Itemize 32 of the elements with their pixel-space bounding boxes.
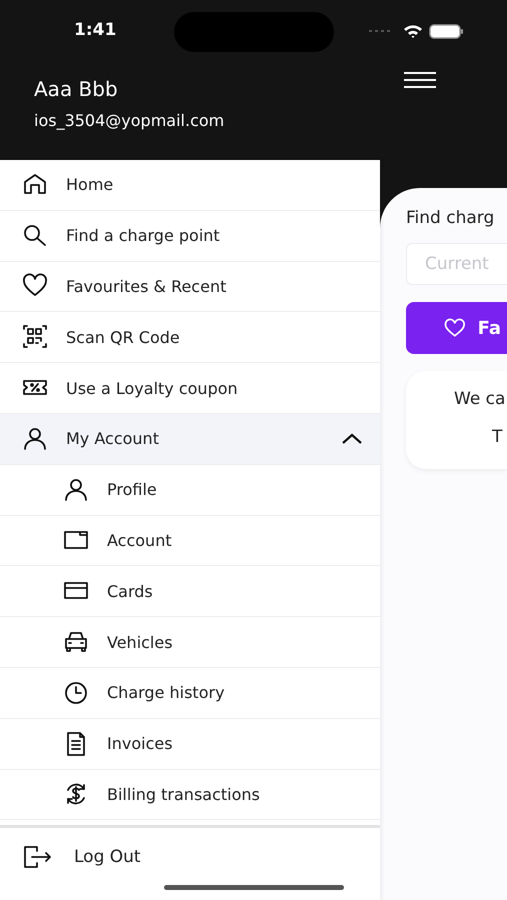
location-field[interactable]: Current	[406, 243, 507, 285]
menu-item[interactable]: Scan QR Code	[0, 312, 380, 364]
status-time: 1:41	[74, 20, 116, 40]
menu-item[interactable]: Favourites & Recent	[0, 262, 380, 312]
menu-item[interactable]: Use a Loyalty coupon	[0, 363, 380, 414]
battery-icon	[429, 24, 464, 38]
menu-button[interactable]	[404, 71, 436, 89]
submenu-item[interactable]: Charge history	[0, 668, 380, 719]
qr-code-icon	[22, 324, 48, 350]
submenu-item[interactable]: Invoices	[0, 718, 380, 770]
favourites-button[interactable]: Fa	[406, 302, 507, 354]
search-icon	[22, 222, 48, 249]
clock-icon	[63, 680, 89, 706]
card-text: We ca	[454, 389, 506, 409]
submenu-item[interactable]: Vehicles	[0, 617, 380, 668]
submenu-item[interactable]: Profile	[0, 464, 380, 516]
log-out-item[interactable]: Log Out	[0, 825, 380, 885]
person-icon	[22, 426, 48, 452]
user-email: ios_3504@yopmail.com	[34, 111, 226, 130]
panel-heading: Find charg	[406, 208, 496, 228]
submenu-item[interactable]: Billing transactions	[0, 770, 380, 820]
log-out-icon	[22, 844, 52, 870]
menu-item[interactable]: Home	[0, 160, 380, 211]
menu-item[interactable]: Find a charge point	[0, 210, 380, 262]
card-text: T	[492, 427, 504, 447]
submenu-item[interactable]: Cards	[0, 566, 380, 618]
wifi-icon	[403, 24, 423, 38]
submenu-item[interactable]: Account	[0, 516, 380, 566]
menu-item[interactable]: My Account	[0, 414, 380, 465]
user-name: Aaa Bbb	[34, 77, 119, 101]
person-icon	[63, 476, 89, 503]
signal-icon	[369, 29, 393, 33]
